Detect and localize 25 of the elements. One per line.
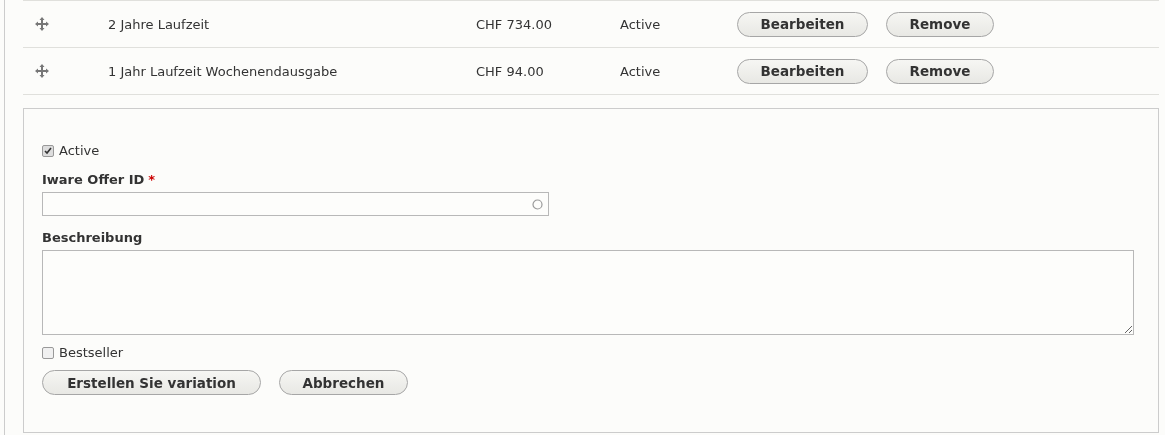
offer-id-label: Iware Offer ID (42, 172, 145, 187)
active-label: Active (59, 143, 100, 158)
remove-button[interactable]: Remove (886, 58, 994, 84)
check-icon (44, 146, 52, 155)
variation-status: Active (620, 63, 661, 79)
remove-button[interactable]: Remove (886, 11, 994, 37)
offer-id-field[interactable] (42, 192, 549, 216)
description-label: Beschreibung (42, 230, 143, 245)
variation-status: Active (620, 16, 661, 32)
drag-handle-icon[interactable] (35, 64, 49, 78)
active-checkbox[interactable] (42, 144, 54, 157)
cancel-button[interactable]: Abbrechen (279, 370, 408, 395)
required-mark: * (148, 172, 156, 187)
create-variation-button[interactable]: Erstellen Sie variation (42, 370, 261, 395)
bestseller-checkbox[interactable] (42, 346, 54, 359)
bestseller-label: Bestseller (59, 345, 124, 360)
variation-price: CHF 734.00 (476, 16, 552, 32)
variation-title: 1 Jahr Laufzeit Wochenendausgabe (108, 63, 338, 79)
variation-price: CHF 94.00 (476, 63, 544, 79)
edit-button[interactable]: Bearbeiten (737, 11, 868, 37)
variation-title: 2 Jahre Laufzeit (108, 16, 210, 32)
drag-handle-icon[interactable] (35, 17, 49, 31)
edit-button[interactable]: Bearbeiten (737, 58, 868, 84)
autocomplete-icon (532, 198, 543, 210)
description-field[interactable] (42, 250, 1134, 335)
